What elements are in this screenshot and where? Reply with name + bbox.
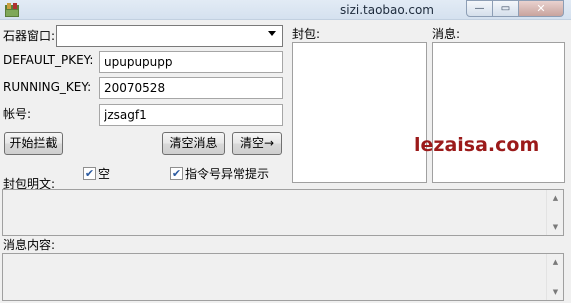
account-label: 帐号: [3,107,32,121]
watermark-text: lezaisa.com [414,134,540,156]
message-content-scrollbar[interactable]: ▲ ▼ [546,254,563,300]
packet-panel[interactable] [292,42,427,183]
packet-panel-label: 封包: [292,27,321,41]
running-key-label: RUNNING_KEY: [3,80,92,94]
start-intercept-button[interactable]: 开始拦截 [4,132,63,155]
game-window-value [57,29,61,43]
default-pkey-field[interactable] [99,51,283,73]
scroll-up-icon[interactable]: ▲ [547,191,564,205]
minimize-button[interactable]: — [466,0,493,17]
chevron-down-icon[interactable] [268,31,276,36]
packet-plaintext-scrollbar[interactable]: ▲ ▼ [546,190,563,235]
scroll-down-icon[interactable]: ▼ [547,285,564,299]
empty-checkbox[interactable]: ✔ [83,167,96,180]
account-field[interactable] [99,104,283,126]
running-key-field[interactable] [99,77,283,99]
maximize-icon: ▭ [500,2,511,14]
message-panel-label: 消息: [432,27,461,41]
scroll-down-icon[interactable]: ▼ [547,220,564,234]
window-title: sizi.taobao.com [340,3,434,17]
game-window-label: 石器窗口: [3,29,56,43]
default-pkey-label: DEFAULT_PKEY: [3,53,94,67]
message-panel[interactable] [432,42,565,183]
clear-arrow-button[interactable]: 清空→ [232,132,282,155]
close-icon: ✕ [536,1,546,15]
cmd-error-checkbox-label: 指令号异常提示 [185,167,270,181]
packet-plaintext-area[interactable]: ▲ ▼ [2,189,564,236]
game-window-select[interactable] [56,25,283,47]
close-button[interactable]: ✕ [518,0,564,17]
empty-checkbox-label: 空 [98,167,111,181]
app-icon [5,3,19,17]
message-content-area[interactable]: ▲ ▼ [2,253,564,301]
message-content-label: 消息内容: [3,238,56,252]
checkmark-icon: ✔ [171,167,182,180]
maximize-button[interactable]: ▭ [492,0,519,17]
scroll-up-icon[interactable]: ▲ [547,255,564,269]
minimize-icon: — [474,2,485,14]
checkmark-icon: ✔ [84,167,95,180]
cmd-error-checkbox[interactable]: ✔ [170,167,183,180]
clear-messages-button[interactable]: 清空消息 [162,132,225,155]
